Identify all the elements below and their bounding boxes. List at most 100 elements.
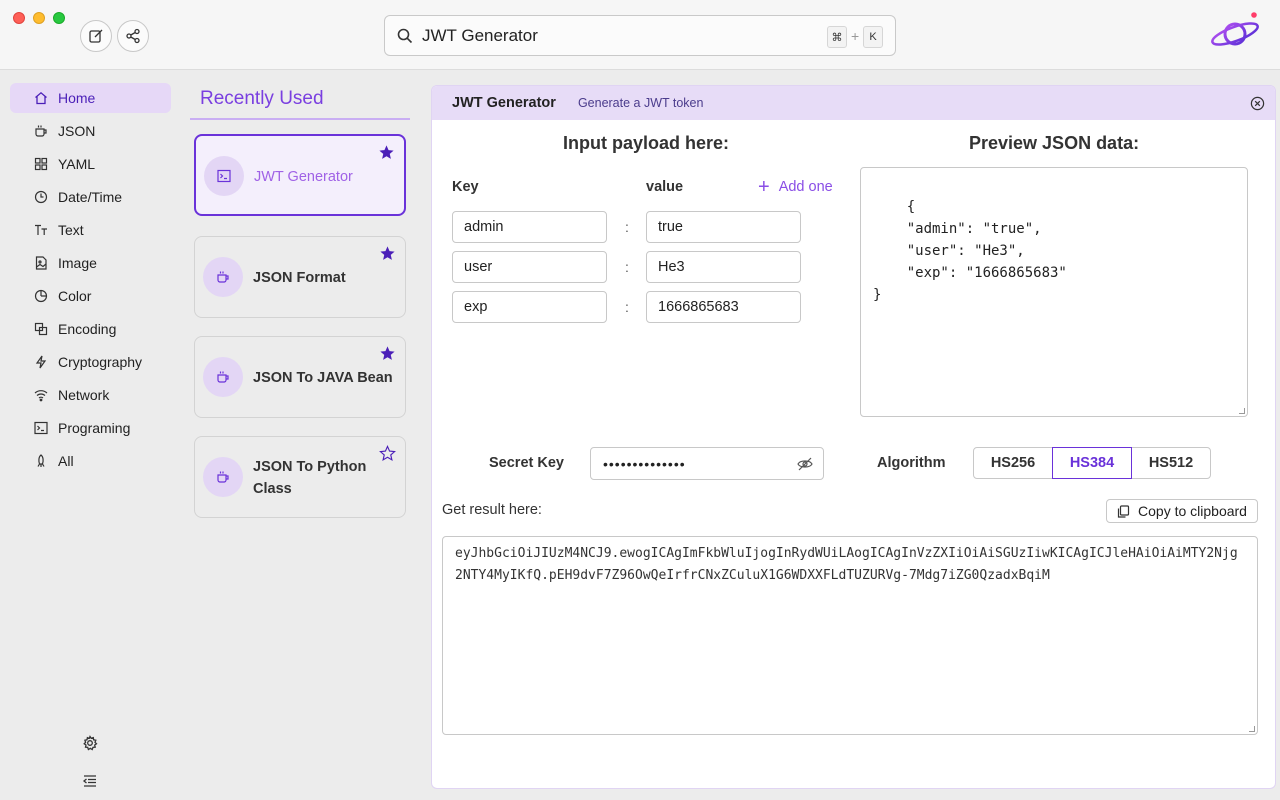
sidebar-item-label: Encoding: [58, 321, 117, 337]
shortcut-k-key: K: [863, 26, 883, 48]
star-filled-icon[interactable]: [379, 345, 396, 362]
colon-separator: :: [625, 259, 629, 275]
sidebar-item-color[interactable]: Color: [10, 281, 171, 311]
secret-key-input[interactable]: ••••••••••••••: [590, 447, 824, 480]
algorithm-hs384-button[interactable]: HS384: [1052, 447, 1132, 479]
share-button[interactable]: [117, 20, 149, 52]
sidebar-item-label: YAML: [58, 156, 96, 172]
settings-gear-icon[interactable]: [82, 735, 98, 751]
card-label: JSON To JAVA Bean: [253, 370, 393, 386]
minimize-window-button[interactable]: [33, 12, 45, 24]
cup-icon: [217, 471, 229, 483]
key-field[interactable]: exp: [452, 291, 607, 323]
tool-subtitle: Generate a JWT token: [577, 96, 704, 110]
algorithm-segmented-control: HS256 HS384 HS512: [973, 447, 1211, 479]
sidebar-item-label: JSON: [58, 123, 96, 139]
algorithm-hs512-button[interactable]: HS512: [1131, 447, 1211, 479]
rocket-icon: [37, 454, 45, 467]
secret-key-mask: ••••••••••••••: [603, 455, 686, 472]
shortcut-cmd-key: ⌘: [827, 26, 847, 48]
resize-handle[interactable]: [1239, 408, 1245, 414]
colon-separator: :: [625, 299, 629, 315]
pie-icon: [34, 289, 48, 303]
collapse-sidebar-icon[interactable]: [82, 773, 98, 789]
sidebar-item-programing[interactable]: Programing: [10, 413, 171, 443]
preview-json-text: { "admin": "true", "user": "He3", "exp":…: [873, 199, 1067, 303]
search-value: JWT Generator: [422, 25, 538, 45]
cup-icon: [217, 371, 229, 383]
encoding-icon: [34, 322, 48, 336]
sidebar-item-text[interactable]: Text: [10, 215, 171, 245]
recent-card-jwt-generator[interactable]: JWT Generator: [194, 134, 406, 216]
sidebar-item-network[interactable]: Network: [10, 380, 171, 410]
preview-json-heading: Preview JSON data:: [969, 133, 1140, 153]
input-payload-heading: Input payload here:: [563, 133, 730, 153]
terminal-icon: [34, 421, 48, 435]
result-label: Get result here:: [442, 502, 542, 518]
star-filled-icon[interactable]: [379, 245, 396, 262]
edit-icon: [89, 29, 103, 43]
sidebar-item-label: Programing: [58, 420, 131, 436]
recent-card-json-format[interactable]: JSON Format: [194, 236, 406, 318]
sidebar-item-json[interactable]: JSON: [10, 116, 171, 146]
key-field[interactable]: admin: [452, 211, 607, 243]
value-field[interactable]: 1666865683: [646, 291, 801, 323]
app-logo[interactable]: [1208, 12, 1262, 52]
edit-button[interactable]: [80, 20, 112, 52]
close-window-button[interactable]: [13, 12, 25, 24]
card-icon-circle: [203, 457, 243, 497]
add-one-button[interactable]: + Add one: [758, 177, 833, 197]
add-one-label: Add one: [778, 179, 833, 195]
card-label: JSON Format: [253, 270, 346, 286]
algorithm-label: Algorithm: [877, 455, 946, 471]
value-column-label: value: [646, 179, 684, 195]
card-label: JWT Generator: [254, 169, 353, 185]
preview-json-textarea[interactable]: { "admin": "true", "user": "He3", "exp":…: [860, 167, 1248, 417]
close-icon[interactable]: [1250, 96, 1265, 111]
sidebar-item-yaml[interactable]: YAML: [10, 149, 171, 179]
bolt-icon: [35, 355, 47, 369]
copy-icon: [1117, 504, 1130, 518]
sidebar-item-label: Home: [58, 90, 96, 106]
eye-off-icon[interactable]: [797, 457, 813, 471]
search-input[interactable]: JWT Generator ⌘ + K: [384, 15, 896, 56]
secret-key-label: Secret Key: [489, 455, 564, 471]
sidebar-item-label: All: [58, 453, 74, 469]
resize-handle[interactable]: [1249, 726, 1255, 732]
tool-title: JWT Generator: [452, 95, 556, 111]
notification-dot: [1251, 12, 1257, 18]
terminal-icon: [217, 169, 231, 183]
key-field[interactable]: user: [452, 251, 607, 283]
result-textarea[interactable]: eyJhbGciOiJIUzM4NCJ9.ewogICAgImFkbWluIjo…: [442, 536, 1258, 735]
sidebar-item-label: Color: [58, 288, 92, 304]
copy-to-clipboard-button[interactable]: Copy to clipboard: [1106, 499, 1258, 523]
sidebar-item-label: Network: [58, 387, 110, 403]
sidebar-item-image[interactable]: Image: [10, 248, 171, 278]
recent-card-json-to-python-class[interactable]: JSON To Python Class: [194, 436, 406, 518]
share-icon: [126, 28, 140, 44]
maximize-window-button[interactable]: [53, 12, 65, 24]
value-field[interactable]: true: [646, 211, 801, 243]
copy-label: Copy to clipboard: [1138, 503, 1247, 519]
title-bar: JWT Generator ⌘ + K: [0, 0, 1280, 70]
clock-icon: [34, 190, 48, 204]
grid-icon: [34, 157, 48, 171]
star-filled-icon[interactable]: [378, 144, 395, 161]
wifi-icon: [34, 390, 48, 402]
shortcut-plus: +: [851, 28, 860, 44]
sidebar-item-datetime[interactable]: Date/Time: [10, 182, 171, 212]
cup-icon: [217, 271, 229, 283]
tool-panel-header: JWT Generator Generate a JWT token: [432, 86, 1275, 120]
key-column-label: Key: [452, 179, 479, 195]
value-field[interactable]: He3: [646, 251, 801, 283]
sidebar-item-cryptography[interactable]: Cryptography: [10, 347, 171, 377]
sidebar-item-all[interactable]: All: [10, 446, 171, 476]
sidebar-item-encoding[interactable]: Encoding: [10, 314, 171, 344]
recent-card-json-to-java-bean[interactable]: JSON To JAVA Bean: [194, 336, 406, 418]
text-icon: [35, 224, 47, 235]
card-icon-circle: [203, 357, 243, 397]
home-icon: [35, 91, 47, 105]
algorithm-hs256-button[interactable]: HS256: [973, 447, 1053, 479]
sidebar-item-home[interactable]: Home: [10, 83, 171, 113]
star-outline-icon[interactable]: [379, 445, 396, 462]
